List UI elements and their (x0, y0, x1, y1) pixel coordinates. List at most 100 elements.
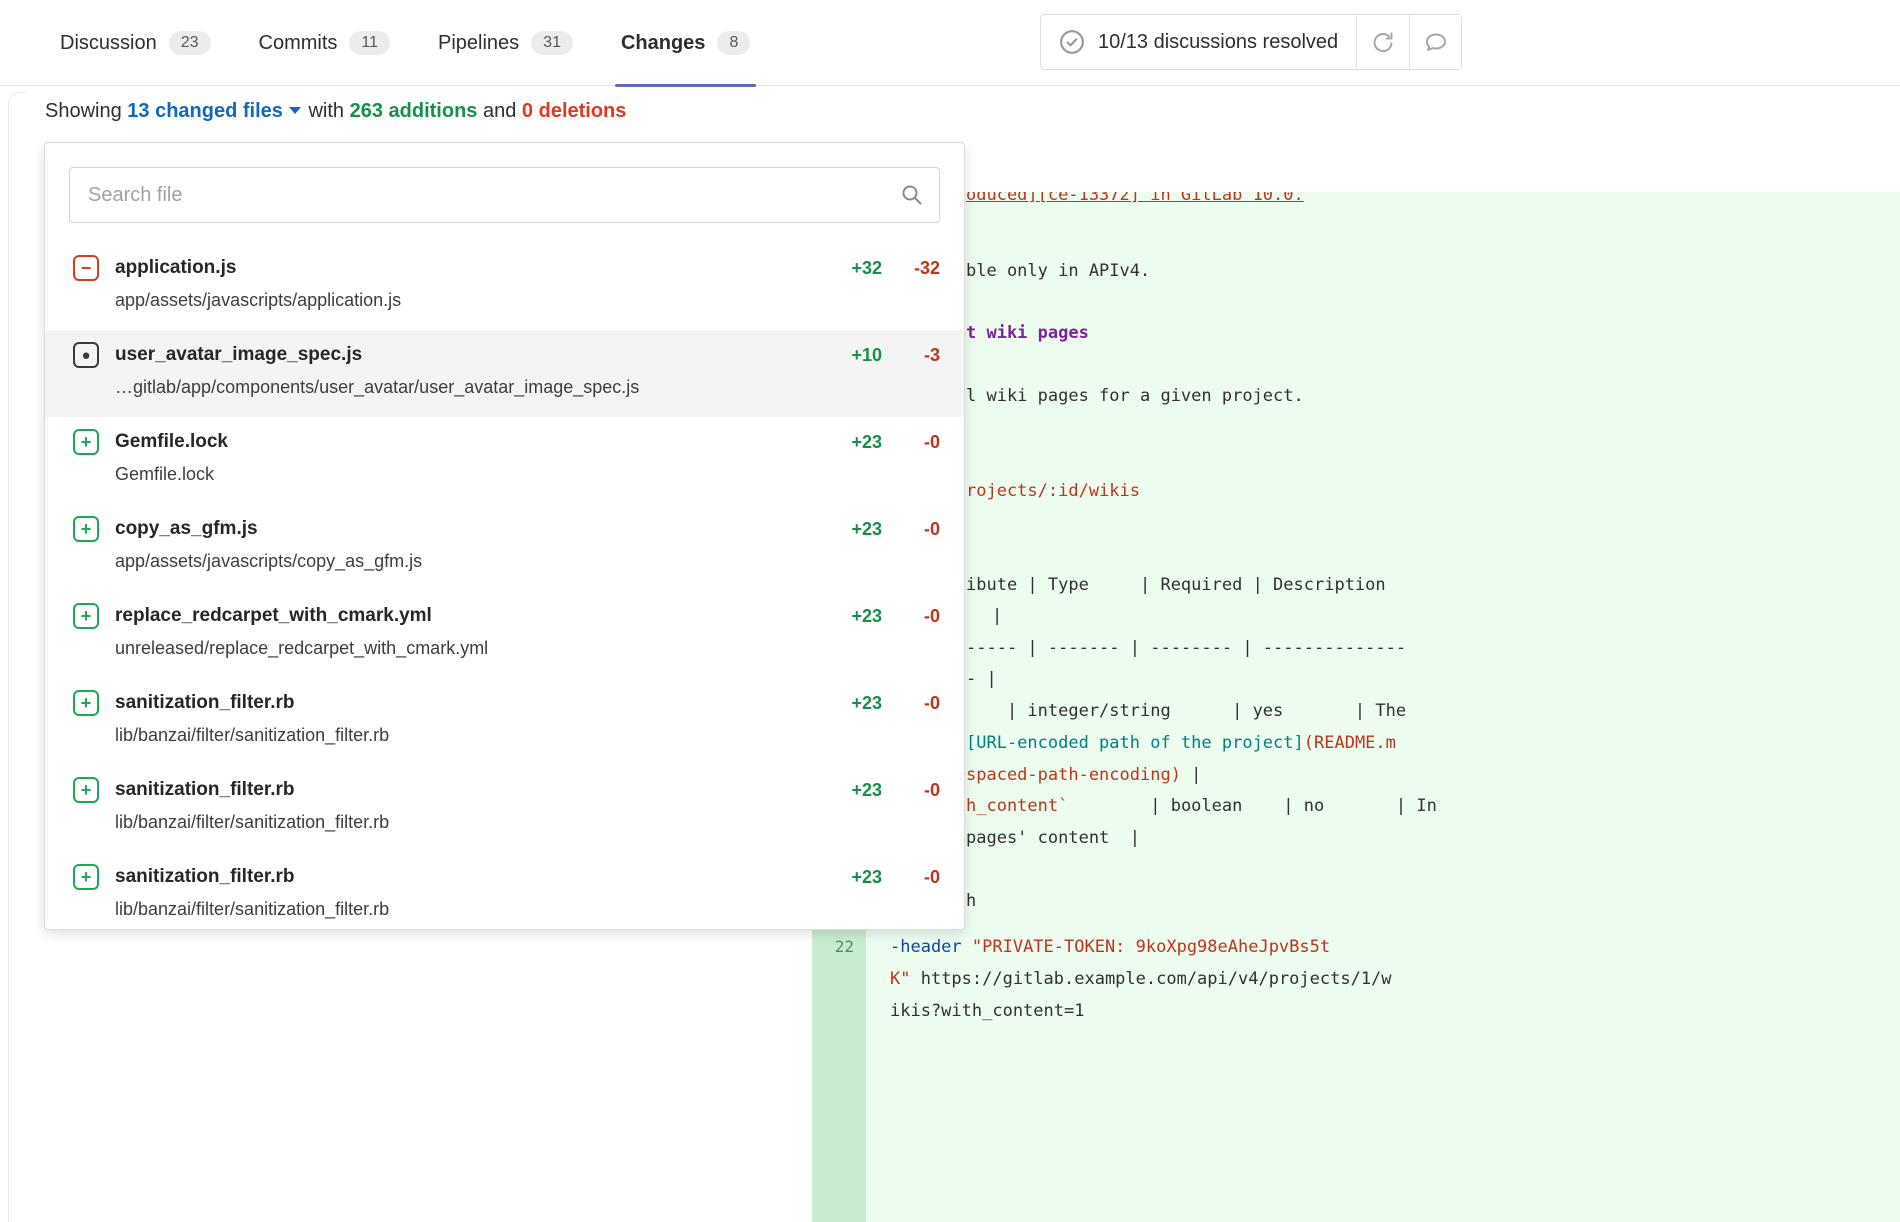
file-modified-icon: ● (73, 342, 99, 368)
deletions-count: -0 (882, 432, 940, 453)
deletions-count: -32 (882, 258, 940, 279)
diff-code-line: ibute | Type | Required | Description (966, 570, 1386, 600)
additions-count: +23 (820, 867, 882, 888)
diff-code-line: spaced-path-encoding) | (966, 760, 1201, 790)
file-name: application.js (115, 257, 236, 279)
tab-label: Pipelines (438, 32, 519, 55)
file-path: lib/banzai/filter/sanitization_filter.rb (115, 725, 940, 746)
deletions-count: -0 (882, 693, 940, 714)
diff-code-line: ble only in APIv4. (966, 256, 1150, 286)
diff-code-line: ikis?with_content=1 (890, 996, 1084, 1026)
tab-discussion[interactable]: Discussion 23 (60, 0, 211, 86)
diff-code-line: t wiki pages (966, 318, 1089, 348)
file-row-sanitization-filter-rb-1[interactable]: + sanitization_filter.rb +23 -0 lib/banz… (45, 678, 964, 765)
diff-code-line: h_content` | boolean | no | In (966, 791, 1437, 821)
jump-to-next-discussion-button[interactable] (1409, 15, 1461, 69)
tab-count-badge: 8 (717, 31, 750, 55)
tab-pipelines[interactable]: Pipelines 31 (438, 0, 573, 86)
diff-code-line: rojects/:id/wikis (966, 476, 1140, 506)
deletions-count: -3 (882, 345, 940, 366)
mr-tab-bar: Discussion 23 Commits 11 Pipelines 31 Ch… (0, 0, 1900, 86)
search-icon (900, 183, 924, 207)
file-added-icon: + (73, 690, 99, 716)
file-row-copy-as-gfm-js[interactable]: + copy_as_gfm.js +23 -0 app/assets/javas… (45, 504, 964, 591)
resolve-discussions-icon (1371, 30, 1395, 54)
diff-pane: 22 oduced][ce-13372] in GitLab 10.0. ble… (812, 192, 1900, 1222)
file-added-icon: + (73, 864, 99, 890)
additions-count: +32 (820, 258, 882, 279)
additions-count: +23 (820, 606, 882, 627)
changed-files-dropdown: − application.js +32 -32 app/assets/java… (44, 142, 965, 930)
file-row-sanitization-filter-rb-2[interactable]: + sanitization_filter.rb +23 -0 lib/banz… (45, 765, 964, 852)
additions-count: +23 (820, 780, 882, 801)
file-added-icon: + (73, 777, 99, 803)
discussions-resolved-widget: 10/13 discussions resolved (1040, 14, 1462, 70)
file-path: …gitlab/app/components/user_avatar/user_… (115, 377, 940, 398)
file-path: lib/banzai/filter/sanitization_filter.rb (115, 899, 940, 920)
deletions-count: -0 (882, 606, 940, 627)
diff-code-line: K" https://gitlab.example.com/api/v4/pro… (890, 964, 1392, 994)
tab-label: Commits (259, 32, 338, 55)
deletions-count: -0 (882, 519, 940, 540)
diff-code-line: l wiki pages for a given project. (966, 381, 1304, 411)
file-name: sanitization_filter.rb (115, 866, 294, 888)
summary-showing: Showing (45, 100, 122, 122)
file-name: sanitization_filter.rb (115, 779, 294, 801)
summary-deletions: 0 deletions (522, 100, 626, 122)
discussions-resolved-status: 10/13 discussions resolved (1041, 15, 1357, 69)
chevron-down-icon (289, 107, 301, 114)
mr-tabs: Discussion 23 Commits 11 Pipelines 31 Ch… (60, 0, 750, 86)
deletions-count: -0 (882, 867, 940, 888)
file-search (69, 167, 940, 223)
diff-code-line: - | (966, 664, 997, 694)
tab-changes[interactable]: Changes 8 (621, 0, 750, 86)
tab-commits[interactable]: Commits 11 (259, 0, 391, 86)
tab-label: Discussion (60, 32, 157, 55)
check-circle-icon (1059, 29, 1085, 55)
file-search-input[interactable] (69, 167, 940, 223)
file-path: Gemfile.lock (115, 464, 940, 485)
merge-request-changes-page: 22 oduced][ce-13372] in GitLab 10.0. ble… (0, 0, 1900, 1222)
summary-and: and (483, 100, 516, 122)
file-row-sanitization-filter-rb-3[interactable]: + sanitization_filter.rb +23 -0 lib/banz… (45, 852, 964, 939)
summary-with: with (308, 100, 344, 122)
diff-code-line: | (992, 601, 1002, 631)
summary-additions: 263 additions (350, 100, 478, 122)
file-added-icon: + (73, 429, 99, 455)
file-row-replace-redcarpet-with-cmark-yml[interactable]: + replace_redcarpet_with_cmark.yml +23 -… (45, 591, 964, 678)
file-added-icon: + (73, 516, 99, 542)
file-row-application-js[interactable]: − application.js +32 -32 app/assets/java… (45, 243, 964, 330)
deletions-count: -0 (882, 780, 940, 801)
file-name: Gemfile.lock (115, 431, 228, 453)
diff-code-line: oduced][ce-13372] in GitLab 10.0. (966, 192, 1304, 210)
additions-count: +10 (820, 345, 882, 366)
tab-label: Changes (621, 32, 705, 55)
file-path: app/assets/javascripts/copy_as_gfm.js (115, 551, 940, 572)
changed-file-list: − application.js +32 -32 app/assets/java… (45, 243, 964, 939)
file-name: sanitization_filter.rb (115, 692, 294, 714)
file-name: user_avatar_image_spec.js (115, 344, 362, 366)
file-deleted-icon: − (73, 255, 99, 281)
file-path: app/assets/javascripts/application.js (115, 290, 940, 311)
diff-code-line: h (966, 886, 976, 916)
file-row-gemfile-lock[interactable]: + Gemfile.lock +23 -0 Gemfile.lock (45, 417, 964, 504)
tab-count-badge: 11 (349, 31, 390, 55)
changes-summary: Showing 13 changed files with 263 additi… (45, 100, 626, 123)
page-panel-corner (8, 92, 26, 1222)
resolve-all-in-new-issue-button[interactable] (1357, 15, 1409, 69)
tab-count-badge: 31 (531, 31, 573, 55)
file-name: copy_as_gfm.js (115, 518, 258, 540)
discussions-resolved-text: 10/13 discussions resolved (1098, 31, 1338, 54)
additions-count: +23 (820, 693, 882, 714)
changed-files-dropdown-link[interactable]: 13 changed files (127, 100, 303, 122)
file-path: lib/banzai/filter/sanitization_filter.rb (115, 812, 940, 833)
file-row-user-avatar-image-spec-js[interactable]: ● user_avatar_image_spec.js +10 -3 …gitl… (45, 330, 964, 417)
comment-bubble-icon (1424, 30, 1448, 54)
diff-code-line: | integer/string | yes | The (966, 696, 1406, 726)
additions-count: +23 (820, 519, 882, 540)
file-path: unreleased/replace_redcarpet_with_cmark.… (115, 638, 940, 659)
tab-count-badge: 23 (169, 31, 211, 55)
diff-code-line: ----- | ------- | -------- | -----------… (966, 633, 1406, 663)
diff-code-line: pages' content | (966, 823, 1140, 853)
file-added-icon: + (73, 603, 99, 629)
